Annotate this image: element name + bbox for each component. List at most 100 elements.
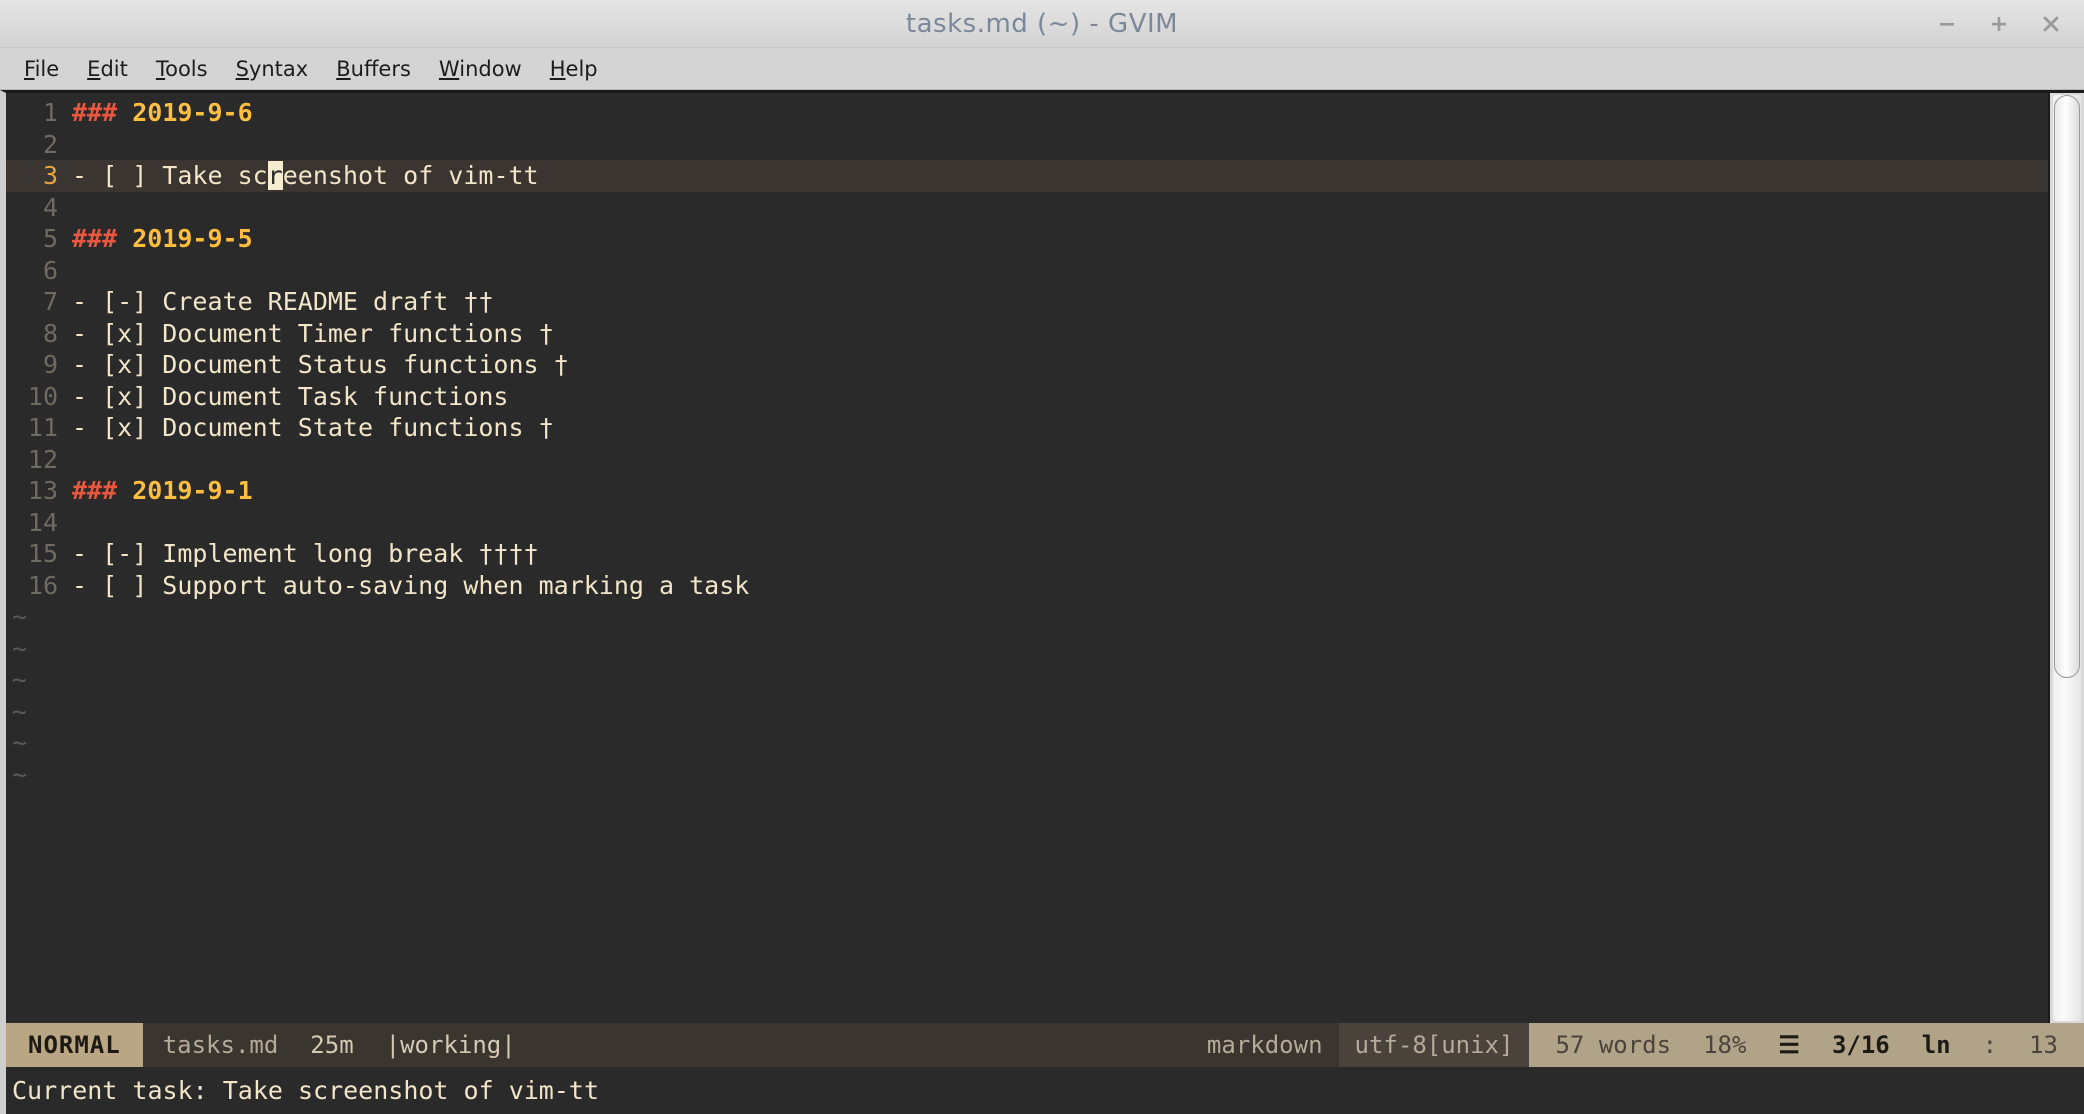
buffer-line[interactable]: 13 ### 2019-9-1 [6,475,2048,507]
scroll-percent-icon: ☰ [1778,1031,1800,1059]
buffer-line[interactable]: 15 - [-] Implement long break †††† [6,538,2048,570]
status-timer: 25m [310,1031,354,1059]
window-controls [1936,0,2062,47]
status-right-group: 57 words 18% ☰ 3/16 l⁠n : 13 [1529,1023,2084,1067]
buffer-line[interactable]: 6 [6,255,2048,287]
menu-item-edit-rest: dit [100,56,128,81]
markdown-heading-marker: ### [72,224,118,253]
menu-item-window-rest: indow [459,56,522,81]
window-title: tasks.md (~) - GVIM [905,8,1179,39]
line-number: 11 [27,413,58,442]
status-timer-state: |working| [385,1031,516,1059]
line-number: 2 [42,129,58,159]
line-text: ### 2019-9-6 [58,97,253,129]
status-filename: tasks.md [162,1031,279,1059]
menu-item-help-rest: elp [565,56,598,81]
menu-item-syntax-rest: yntax [248,56,309,81]
gvim-window: tasks.md (~) - GVIM File Edit Tools Synt… [0,0,2084,1114]
menu-bar: File Edit Tools Syntax Buffers Window He… [0,48,2084,90]
menu-item-help[interactable]: Help [536,55,612,83]
line-number: 12 [27,444,58,474]
menu-item-window[interactable]: Window [425,55,536,83]
status-filetype: markdown [1206,1031,1323,1059]
buffer-line[interactable]: 12 [6,444,2048,476]
buffer-filler-tilde: ~ [12,602,28,631]
line-text: - [-] Implement long break †††† [72,539,539,568]
menu-item-buffers[interactable]: Buffers [322,55,425,83]
buffer-filler-tilde: ~ [12,633,28,663]
status-line-position: 3/16 [1831,1031,1890,1059]
markdown-heading-text: 2019-9-5 [132,224,253,253]
vertical-scrollbar[interactable] [2048,93,2084,1023]
buffer-line[interactable]: 2 [6,129,2048,161]
line-number: 16 [27,570,58,600]
buffer-line[interactable]: 8 - [x] Document Timer functions † [6,318,2048,350]
menu-item-file-rest: ile [34,56,60,81]
command-line[interactable]: Current task: Take screenshot of vim-tt [0,1067,2084,1114]
status-spacer [531,1023,1191,1067]
status-word-count: 57 words [1555,1031,1672,1059]
line-number: 10 [27,381,58,411]
buffer-line[interactable]: 3 - [ ] Take screenshot of vim-tt [6,160,2048,192]
buffer-line[interactable]: 10 - [x] Document Task functions [6,381,2048,413]
text-cursor: r [267,161,283,190]
line-number: 5 [42,224,58,253]
editor-region: 1 ### 2019-9-6 2 3- [ ] Take screenshot of … [0,90,2084,1023]
buffer-filler-tilde: ~ [12,665,28,694]
line-text: - [x] Document Task functions [72,381,509,411]
line-number: 8 [42,318,58,348]
line-text: - [x] Document State functions † [72,413,554,442]
markdown-heading-marker: ### [72,98,118,127]
buffer-line[interactable]: 11 - [x] Document State functions † [6,412,2048,444]
buffer-filler-tilde: ~ [12,696,28,726]
line-number: 7 [42,287,58,316]
minimize-button[interactable] [1936,13,1958,35]
line-text: - [x] Document Timer functions † [72,318,554,348]
buffer-line[interactable]: 4 [6,192,2048,224]
close-button[interactable] [2040,13,2062,35]
menu-item-syntax[interactable]: Syntax [222,55,323,83]
line-text: - [-] Create README draft †† [72,287,494,316]
menu-item-tools-rest: ools [165,56,208,81]
line-number: 1 [42,98,58,127]
status-colon-separator: : [1982,1031,1998,1059]
buffer-line[interactable]: 16 - [ ] Support auto-saving when marking… [6,570,2048,602]
line-number: 9 [42,350,58,379]
line-number: 13 [27,476,58,505]
buffer-line[interactable]: 14 [6,507,2048,539]
buffer-filler-tilde: ~ [12,728,28,757]
status-scroll-percent: 18% [1703,1031,1747,1059]
line-text: - [x] Document Status functions † [72,350,569,379]
buffer-line[interactable]: 7 - [-] Create README draft †† [6,286,2048,318]
line-text: ### 2019-9-5 [58,223,253,255]
status-column: 13 [2029,1031,2058,1059]
line-number: 4 [42,192,58,222]
menu-item-tools[interactable]: Tools [142,55,222,83]
buffer-line[interactable]: 1 ### 2019-9-6 [6,97,2048,129]
scrollbar-thumb[interactable] [2054,95,2080,679]
menu-item-file[interactable]: File [10,55,73,83]
status-line: NORMAL tasks.md 25m |working| markdown u… [0,1023,2084,1067]
menu-item-edit[interactable]: Edit [73,55,142,83]
line-text: - [ ] Take screenshot of vim-tt [72,161,539,190]
line-text: ### 2019-9-1 [58,475,253,507]
status-encoding: utf-8[unix] [1338,1023,1530,1067]
maximize-button[interactable] [1988,13,2010,35]
scrollbar-trough[interactable] [2053,95,2081,1021]
markdown-heading-marker: ### [72,476,118,505]
buffer-line[interactable]: 5 ### 2019-9-5 [6,223,2048,255]
buffer-filler-tilde: ~ [12,759,28,789]
line-number-icon: l⁠n [1921,1031,1951,1059]
line-text: - [ ] Support auto-saving when marking a… [72,570,750,600]
line-number: 3 [42,161,58,190]
markdown-heading-text: 2019-9-6 [132,98,253,127]
buffer-line[interactable]: 9 - [x] Document Status functions † [6,349,2048,381]
line-number: 6 [42,255,58,285]
text-buffer[interactable]: 1 ### 2019-9-6 2 3- [ ] Take screenshot of … [6,93,2048,1023]
menu-item-buffers-rest: uffers [350,56,411,81]
title-bar: tasks.md (~) - GVIM [0,0,2084,48]
markdown-heading-text: 2019-9-1 [132,476,253,505]
line-number: 14 [27,507,58,537]
status-mode: NORMAL [6,1023,143,1067]
line-number: 15 [27,539,58,568]
